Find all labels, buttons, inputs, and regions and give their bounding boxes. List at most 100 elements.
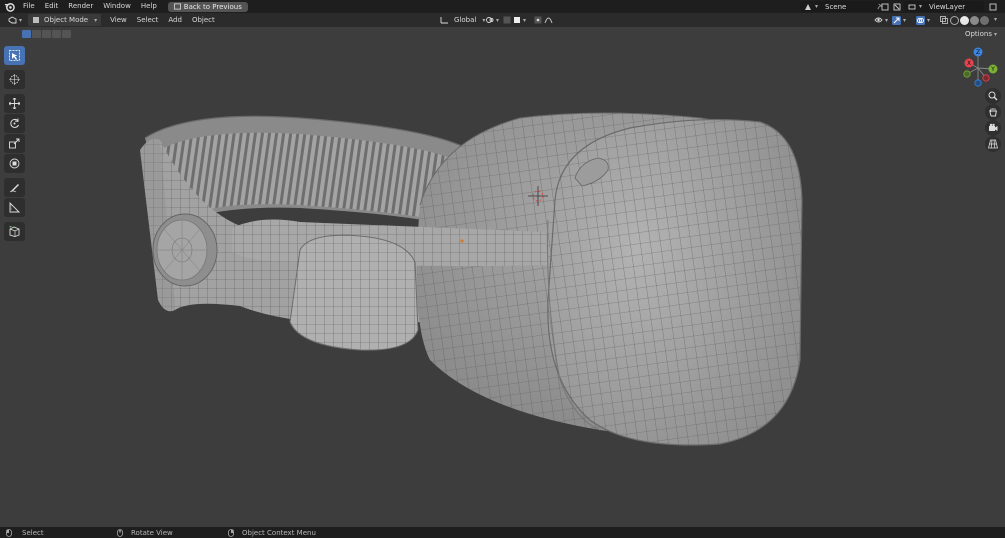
chevron-down-icon: ▾ — [903, 16, 907, 24]
menu-view[interactable]: View — [105, 14, 132, 27]
neg-x-axis-icon[interactable] — [982, 74, 990, 82]
grid-icon — [988, 139, 998, 149]
chevron-down-icon: ▾ — [919, 3, 923, 10]
move-tool[interactable] — [4, 94, 25, 113]
scene-selector[interactable]: ▾ Scene — [800, 1, 888, 12]
mouse-middle-icon — [117, 528, 123, 537]
view-layer-name[interactable]: ViewLayer — [929, 3, 965, 11]
shading-mode-group — [949, 15, 990, 26]
menu-window[interactable]: Window — [98, 0, 136, 13]
mouse-right-icon — [228, 528, 234, 537]
rotate-tool[interactable] — [4, 114, 25, 133]
x-axis-label: X — [967, 60, 971, 67]
cursor-icon — [9, 74, 20, 85]
falloff-icon — [544, 17, 553, 24]
options-dropdown[interactable]: Options ▾ — [961, 28, 1001, 40]
view-layer-selector[interactable]: ▾ ViewLayer — [904, 1, 984, 12]
back-to-previous-button[interactable]: Back to Previous — [167, 1, 248, 12]
status-rotate-view: Rotate View — [117, 529, 173, 537]
side-pod[interactable] — [289, 234, 419, 351]
select-extend-icon[interactable] — [32, 30, 41, 38]
chevron-down-icon: ▾ — [523, 16, 527, 24]
mode-selector[interactable]: Object Mode ▾ — [28, 14, 102, 26]
select-invert-icon[interactable] — [52, 30, 61, 38]
selection-mode-group — [22, 30, 71, 38]
options-label: Options — [964, 30, 992, 38]
delete-scene-button[interactable] — [889, 1, 905, 13]
status-select-label: Select — [22, 528, 44, 537]
overlays-toggle[interactable]: ▾ — [912, 14, 934, 26]
menu-help[interactable]: Help — [136, 0, 162, 13]
select-intersect-icon[interactable] — [62, 30, 71, 38]
select-new-icon[interactable] — [22, 30, 31, 38]
select-box-tool[interactable] — [4, 46, 25, 65]
perspective-toggle-button[interactable] — [985, 136, 1001, 152]
proportional-edit-icon — [534, 16, 542, 24]
editor-type-button[interactable]: ▾ — [4, 14, 26, 26]
pivot-icon — [486, 17, 494, 23]
annotate-icon — [9, 184, 19, 193]
solid-shading-button[interactable] — [960, 16, 969, 25]
orientation-icon — [440, 17, 448, 24]
camera-icon — [989, 123, 998, 131]
viewport-tool-header: Options ▾ — [0, 27, 1005, 41]
navigation-gizmo[interactable]: Z Y X — [955, 46, 1001, 90]
menu-edit[interactable]: Edit — [40, 0, 64, 13]
transform-tool[interactable] — [4, 154, 25, 173]
viewport-header: ▾ Object Mode ▾ View Select Add Object G… — [0, 13, 1005, 27]
move-icon — [9, 98, 20, 109]
delete-icon — [893, 3, 901, 11]
chevron-down-icon: ▾ — [927, 16, 931, 24]
pan-button[interactable] — [985, 104, 1001, 120]
select-subtract-icon[interactable] — [42, 30, 51, 38]
menu-render[interactable]: Render — [63, 0, 98, 13]
gizmo-icon — [892, 15, 901, 25]
menu-object[interactable]: Object — [187, 14, 220, 27]
blender-logo-icon[interactable] — [0, 0, 18, 13]
gizmo-toggle[interactable]: ▾ — [888, 14, 910, 26]
menu-add[interactable]: Add — [163, 14, 187, 27]
status-context-menu: Object Context Menu — [228, 529, 316, 537]
shading-options-icon[interactable]: ▾ — [994, 16, 997, 23]
add-cube-tool[interactable] — [4, 222, 25, 241]
neg-y-axis-icon[interactable] — [963, 70, 971, 78]
scene-icon — [805, 3, 811, 10]
3d-viewport[interactable] — [0, 41, 1005, 527]
xray-icon — [940, 16, 948, 24]
view3d-icon — [8, 16, 17, 24]
select-box-icon — [9, 50, 20, 61]
material-preview-button[interactable] — [970, 16, 979, 25]
measure-tool[interactable] — [4, 198, 25, 217]
proportional-edit-toggle[interactable] — [530, 14, 557, 26]
rendered-shading-button[interactable] — [980, 16, 989, 25]
rotate-icon — [10, 118, 19, 128]
neg-z-axis-icon[interactable] — [974, 79, 982, 87]
transform-icon — [9, 158, 20, 169]
menu-file[interactable]: File — [18, 0, 40, 13]
hand-icon — [989, 108, 997, 117]
copy-icon — [881, 3, 889, 11]
scene-name[interactable]: Scene — [825, 3, 846, 11]
top-menu-bar: File Edit Render Window Help Back to Pre… — [0, 0, 1005, 13]
chevron-down-icon: ▾ — [19, 16, 23, 24]
copy-icon — [989, 3, 997, 11]
menu-select[interactable]: Select — [132, 14, 164, 27]
snap-toggle[interactable]: ▾ — [499, 14, 530, 26]
back-icon — [173, 3, 181, 10]
mode-label: Object Mode — [44, 16, 89, 24]
wireframe-shading-button[interactable] — [950, 16, 959, 25]
back-to-previous-label: Back to Previous — [183, 2, 242, 11]
orientation-label: Global — [454, 16, 477, 24]
cursor-tool[interactable] — [4, 70, 25, 89]
side-dial[interactable] — [152, 213, 218, 287]
snap-element-icon — [514, 17, 520, 23]
z-axis-label: Z — [976, 49, 980, 56]
add-cube-icon — [9, 226, 20, 237]
new-view-layer-button[interactable] — [985, 1, 1001, 13]
camera-view-button[interactable] — [985, 120, 1001, 136]
zoom-icon — [988, 91, 998, 101]
scale-tool[interactable] — [4, 134, 25, 153]
tool-shelf — [4, 46, 25, 242]
annotate-tool[interactable] — [4, 178, 25, 197]
zoom-button[interactable] — [985, 88, 1001, 104]
